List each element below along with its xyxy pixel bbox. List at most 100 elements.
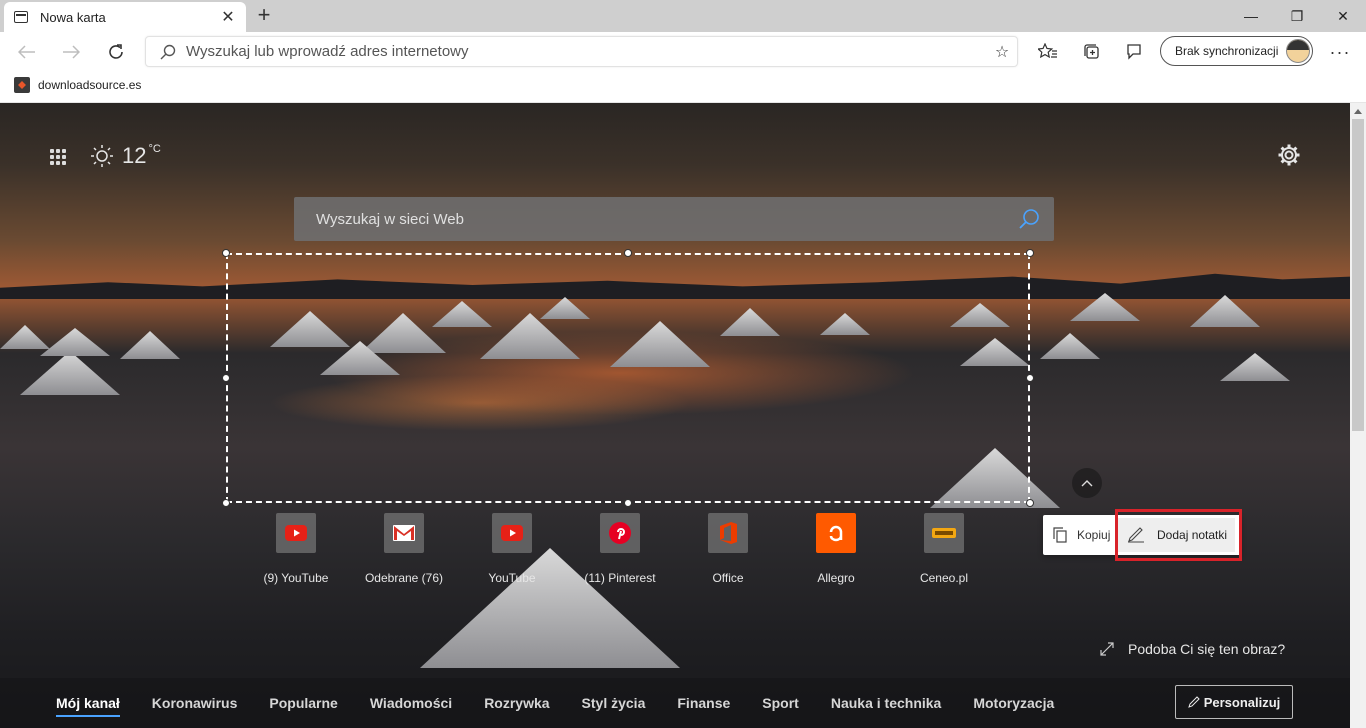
forward-button[interactable] xyxy=(56,37,86,67)
favorites-button[interactable] xyxy=(1034,39,1062,65)
youtube-icon xyxy=(285,525,307,541)
selection-handle[interactable] xyxy=(1026,499,1034,507)
feed-tab-motoryzacja[interactable]: Motoryzacja xyxy=(973,695,1054,711)
minimize-button[interactable]: — xyxy=(1228,0,1274,32)
feed-tab-finanse[interactable]: Finanse xyxy=(677,695,730,711)
restore-button[interactable]: ❐ xyxy=(1274,0,1320,32)
forward-arrow-icon xyxy=(63,45,80,59)
background-salt-pile xyxy=(1220,353,1290,381)
weather-unit: °C xyxy=(148,143,161,155)
quick-link-label: Ceneo.pl xyxy=(919,571,969,585)
selection-handle[interactable] xyxy=(624,249,632,257)
background-salt-pile xyxy=(1040,333,1100,359)
favorites-star-list-icon xyxy=(1038,43,1057,59)
new-tab-page-icon xyxy=(14,11,28,23)
weather-widget[interactable]: 12 °C xyxy=(90,143,161,169)
refresh-icon xyxy=(109,44,123,59)
quick-link-label: (11) Pinterest xyxy=(584,571,656,585)
expand-icon xyxy=(1100,642,1114,656)
news-feed-bar: Mój kanał Koronawirus Popularne Wiadomoś… xyxy=(0,678,1350,728)
close-window-button[interactable]: ✕ xyxy=(1320,0,1366,32)
quick-link-tile[interactable]: Office xyxy=(674,513,782,585)
collapse-button[interactable] xyxy=(1072,468,1102,498)
web-search-box[interactable] xyxy=(294,197,1054,241)
feedback-icon xyxy=(1127,44,1141,60)
selection-handle[interactable] xyxy=(624,499,632,507)
quick-link-label: Allegro xyxy=(817,571,855,585)
web-search-input[interactable] xyxy=(316,210,1004,228)
selection-handle[interactable] xyxy=(1026,249,1034,257)
feed-tabs: Mój kanał Koronawirus Popularne Wiadomoś… xyxy=(56,695,1086,717)
pencil-icon xyxy=(1187,696,1200,708)
page-scrollbar[interactable] xyxy=(1350,103,1366,728)
feed-tab-styl-zycia[interactable]: Styl życia xyxy=(582,695,646,711)
tab-new-tab[interactable]: Nowa karta ✕ xyxy=(4,2,246,32)
background-salt-pile xyxy=(0,325,50,349)
sync-profile-button[interactable]: Brak synchronizacji xyxy=(1160,36,1313,66)
copy-icon xyxy=(1053,527,1067,543)
collections-icon xyxy=(1084,44,1099,59)
tab-title: Nowa karta xyxy=(40,9,106,25)
window-controls: — ❐ ✕ xyxy=(1228,0,1366,32)
quick-link-label: Office xyxy=(712,571,744,585)
quick-link-tile[interactable]: Allegro xyxy=(782,513,890,585)
address-bar[interactable]: ☆ xyxy=(145,36,1018,67)
feed-tab-nauka-i-technika[interactable]: Nauka i technika xyxy=(831,695,942,711)
quick-link-label: Odebrane (76) xyxy=(364,571,444,585)
tab-strip: Nowa karta ✕ + — ❐ ✕ xyxy=(0,0,1366,32)
quick-link-tile[interactable]: YouTube xyxy=(458,513,566,585)
selection-handle[interactable] xyxy=(222,499,230,507)
settings-more-button[interactable]: ··· xyxy=(1326,37,1354,67)
feed-tab-rozrywka[interactable]: Rozrywka xyxy=(484,695,549,711)
collections-button[interactable] xyxy=(1078,39,1106,65)
copy-button[interactable]: Kopiuj xyxy=(1043,527,1118,543)
favorite-label: downloadsource.es xyxy=(38,78,142,92)
image-feedback[interactable]: Podoba Ci się ten obraz? xyxy=(1100,641,1285,657)
search-icon xyxy=(160,44,176,59)
highlight-box xyxy=(1115,509,1242,561)
feed-tab-popularne[interactable]: Popularne xyxy=(269,695,337,711)
favorite-link-downloadsource[interactable]: downloadsource.es xyxy=(14,77,141,93)
apps-grid-icon[interactable] xyxy=(50,149,68,165)
image-question-text: Podoba Ci się ten obraz? xyxy=(1128,641,1286,657)
favorites-bar: downloadsource.es xyxy=(0,72,1366,103)
web-search-button[interactable] xyxy=(1004,208,1054,230)
personalize-label: Personalizuj xyxy=(1203,694,1281,710)
personalize-button[interactable]: Personalizuj xyxy=(1175,685,1293,719)
scroll-up-arrow-icon[interactable] xyxy=(1354,109,1362,114)
copy-label: Kopiuj xyxy=(1077,528,1111,542)
pinterest-icon xyxy=(609,522,631,544)
back-button[interactable] xyxy=(12,37,42,67)
feed-tab-koronawirus[interactable]: Koronawirus xyxy=(152,695,238,711)
scroll-thumb[interactable] xyxy=(1352,119,1364,431)
weather-temperature: 12 xyxy=(122,143,147,168)
web-capture-selection[interactable] xyxy=(222,249,1034,507)
quick-link-tile[interactable]: (9) YouTube xyxy=(242,513,350,585)
quick-link-tile[interactable]: Odebrane (76) xyxy=(350,513,458,585)
quick-links: (9) YouTube Odebrane (76) YouTube (11) P… xyxy=(242,513,998,585)
sync-label: Brak synchronizacji xyxy=(1175,44,1279,58)
selection-handle[interactable] xyxy=(1026,374,1034,382)
back-arrow-icon xyxy=(18,45,35,59)
quick-link-label: YouTube xyxy=(488,571,536,585)
quick-link-tile[interactable]: Ceneo.pl xyxy=(890,513,998,585)
new-tab-button[interactable]: + xyxy=(252,3,276,27)
background-salt-pile xyxy=(1190,295,1260,327)
background-salt-pile xyxy=(40,328,110,356)
selection-handle[interactable] xyxy=(222,374,230,382)
page-settings-button[interactable] xyxy=(1277,143,1301,172)
feed-tab-moj-kanal[interactable]: Mój kanał xyxy=(56,695,120,717)
sun-icon xyxy=(91,145,113,167)
tab-close-icon[interactable]: ✕ xyxy=(220,7,236,27)
feed-tab-sport[interactable]: Sport xyxy=(762,695,799,711)
background-salt-pile xyxy=(20,351,120,395)
quick-link-tile[interactable]: (11) Pinterest xyxy=(566,513,674,585)
add-favorite-star-icon[interactable]: ☆ xyxy=(987,42,1017,62)
ceneo-icon xyxy=(932,528,956,538)
address-input[interactable] xyxy=(186,43,987,60)
gmail-icon xyxy=(393,525,415,541)
refresh-button[interactable] xyxy=(101,37,131,67)
selection-handle[interactable] xyxy=(222,249,230,257)
feedback-button[interactable] xyxy=(1120,39,1148,65)
feed-tab-wiadomosci[interactable]: Wiadomości xyxy=(370,695,452,711)
